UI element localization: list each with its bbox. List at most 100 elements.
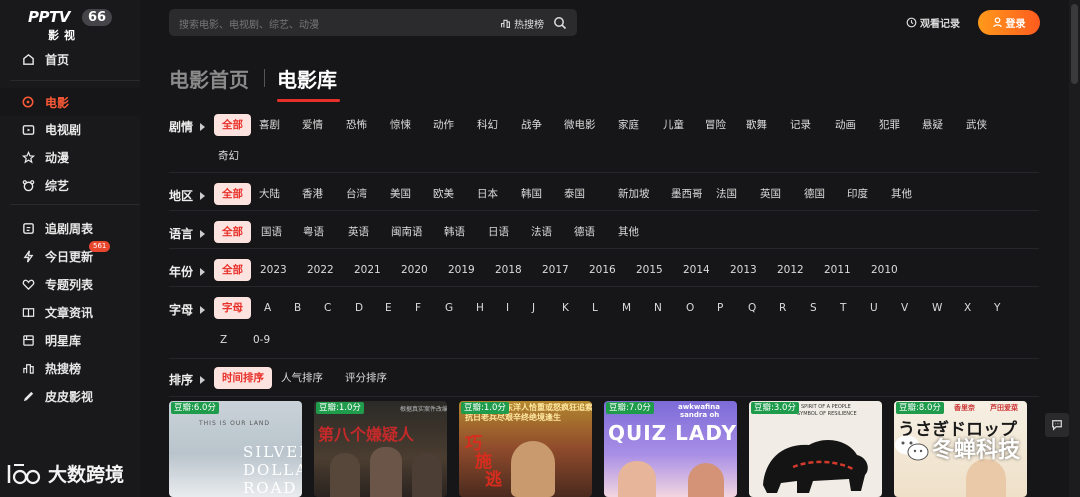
movie-poster[interactable]: 豆瓣:3.0分 SPIRIT OF A PEOPLE SYMBOL OF RES… [749, 401, 882, 497]
filter-option-letter[interactable]: M [618, 297, 635, 319]
filter-option-region[interactable]: 香港 [298, 183, 327, 205]
filter-option-region[interactable]: 全部 [214, 183, 251, 205]
filter-option-genre[interactable]: 科幻 [473, 114, 502, 136]
sidebar-item-topics[interactable]: 专题列表 [0, 270, 140, 298]
filter-option-year[interactable]: 2015 [632, 259, 667, 281]
filter-option-language[interactable]: 全部 [214, 221, 251, 243]
filter-option-letter[interactable]: F [411, 297, 425, 319]
filter-option-year[interactable]: 2021 [350, 259, 385, 281]
filter-option-genre[interactable]: 爱情 [298, 114, 327, 136]
filter-option-region[interactable]: 法国 [712, 183, 741, 205]
filter-option-genre[interactable]: 奇幻 [214, 145, 243, 167]
sidebar-item-articles[interactable]: 文章资讯 [0, 298, 140, 326]
sidebar-item-schedule[interactable]: 追剧周表 [0, 214, 140, 242]
sidebar-item-anime[interactable]: 动漫 [0, 143, 140, 171]
filter-option-genre[interactable]: 家庭 [614, 114, 643, 136]
search-bar[interactable]: 搜索电影、电视剧、综艺、动漫 热搜榜 [169, 9, 577, 36]
movie-poster[interactable]: 豆瓣:1.0分 第八个嫌疑人 根据真实案件改编 [314, 401, 447, 497]
filter-option-letter[interactable]: O [682, 297, 698, 319]
filter-option-language[interactable]: 法语 [527, 221, 556, 243]
filter-option-region[interactable]: 英国 [756, 183, 785, 205]
filter-option-genre[interactable]: 微电影 [560, 114, 600, 136]
sidebar-item-tv[interactable]: 电视剧 [0, 115, 140, 143]
filter-option-region[interactable]: 美国 [386, 183, 415, 205]
filter-option-year[interactable]: 2017 [538, 259, 573, 281]
movie-poster[interactable]: 豆瓣:7.0分 awkwafina sandra oh QUIZ LADY [604, 401, 737, 497]
filter-option-genre[interactable]: 悬疑 [918, 114, 947, 136]
filter-option-letter[interactable]: I [502, 297, 513, 319]
filter-option-genre[interactable]: 歌舞 [742, 114, 771, 136]
filter-option-genre[interactable]: 儿童 [659, 114, 688, 136]
filter-option-genre[interactable]: 惊悚 [386, 114, 415, 136]
filter-option-genre[interactable]: 武侠 [962, 114, 991, 136]
sidebar-item-today-update[interactable]: 今日更新 [0, 242, 140, 270]
filter-option-letter[interactable]: R [775, 297, 790, 319]
filter-option-letter[interactable]: H [472, 297, 488, 319]
filter-option-year[interactable]: 全部 [214, 259, 251, 281]
filter-option-genre[interactable]: 犯罪 [875, 114, 904, 136]
filter-option-language[interactable]: 韩语 [440, 221, 469, 243]
filter-option-genre[interactable]: 动作 [429, 114, 458, 136]
filter-option-year[interactable]: 2010 [867, 259, 902, 281]
filter-option-letter[interactable]: T [836, 297, 850, 319]
sidebar-item-stars[interactable]: 明星库 [0, 326, 140, 354]
sidebar-item-variety[interactable]: 综艺 [0, 171, 140, 199]
filter-option-letter[interactable]: S [806, 297, 821, 319]
filter-option-region[interactable]: 韩国 [517, 183, 546, 205]
filter-option-letter[interactable]: A [260, 297, 275, 319]
login-button[interactable]: 登录 [978, 10, 1040, 35]
filter-option-language[interactable]: 国语 [257, 221, 286, 243]
scrollbar-thumb[interactable] [1071, 4, 1078, 84]
page-scrollbar[interactable] [1069, 0, 1080, 497]
search-input[interactable]: 搜索电影、电视剧、综艺、动漫 [179, 16, 319, 31]
filter-option-letter[interactable]: Y [990, 297, 1004, 319]
sidebar-item-home[interactable]: 首页 [0, 45, 140, 73]
filter-option-letter[interactable]: 字母 [214, 297, 251, 319]
filter-option-letter[interactable]: D [351, 297, 367, 319]
sidebar-item-pipi[interactable]: 皮皮影视 [0, 382, 140, 410]
filter-option-language[interactable]: 日语 [484, 221, 513, 243]
filter-option-sort[interactable]: 人气排序 [277, 367, 327, 389]
filter-option-letter[interactable]: C [320, 297, 335, 319]
filter-option-letter[interactable]: L [588, 297, 602, 319]
filter-option-genre[interactable]: 恐怖 [342, 114, 371, 136]
filter-option-letter[interactable]: P [713, 297, 727, 319]
filter-option-letter[interactable]: Z [216, 329, 231, 351]
filter-option-letter[interactable]: 0-9 [249, 329, 274, 351]
filter-option-region[interactable]: 大陆 [255, 183, 284, 205]
filter-option-year[interactable]: 2011 [820, 259, 855, 281]
filter-option-genre[interactable]: 战争 [517, 114, 546, 136]
filter-option-year[interactable]: 2012 [773, 259, 808, 281]
filter-option-genre[interactable]: 记录 [786, 114, 815, 136]
filter-option-year[interactable]: 2018 [491, 259, 526, 281]
filter-option-language[interactable]: 英语 [344, 221, 373, 243]
filter-option-letter[interactable]: N [650, 297, 666, 319]
filter-option-genre[interactable]: 动画 [831, 114, 860, 136]
search-icon[interactable] [553, 15, 567, 34]
app-logo[interactable]: PPTV 66 影视 [28, 6, 113, 42]
filter-option-letter[interactable]: W [928, 297, 946, 319]
filter-option-year[interactable]: 2022 [303, 259, 338, 281]
filter-option-genre[interactable]: 全部 [214, 114, 251, 136]
filter-option-letter[interactable]: U [866, 297, 882, 319]
hot-search-link[interactable]: 热搜榜 [500, 16, 544, 31]
filter-option-region[interactable]: 德国 [800, 183, 829, 205]
tab-movie-library[interactable]: 电影库 [277, 64, 337, 93]
filter-option-language[interactable]: 闽南语 [387, 221, 427, 243]
tab-movie-home[interactable]: 电影首页 [169, 64, 249, 93]
filter-option-sort[interactable]: 评分排序 [341, 367, 391, 389]
movie-poster[interactable]: 豆瓣:1.0分 东洋人恰重或怒疯狂追索 抗日老兵尽艰辛终绝境逢生 巧 施 逃 [459, 401, 592, 497]
filter-option-letter[interactable]: Q [744, 297, 760, 319]
filter-option-region[interactable]: 台湾 [342, 183, 371, 205]
filter-option-region[interactable]: 墨西哥 [667, 183, 707, 205]
filter-option-region[interactable]: 其他 [887, 183, 916, 205]
message-button[interactable] [1045, 413, 1069, 437]
filter-option-region[interactable]: 日本 [473, 183, 502, 205]
filter-option-year[interactable]: 2023 [256, 259, 291, 281]
filter-option-language[interactable]: 德语 [570, 221, 599, 243]
filter-option-genre[interactable]: 喜剧 [255, 114, 284, 136]
filter-option-region[interactable]: 新加坡 [614, 183, 654, 205]
filter-option-year[interactable]: 2016 [585, 259, 620, 281]
filter-option-year[interactable]: 2014 [679, 259, 714, 281]
filter-option-letter[interactable]: B [290, 297, 305, 319]
